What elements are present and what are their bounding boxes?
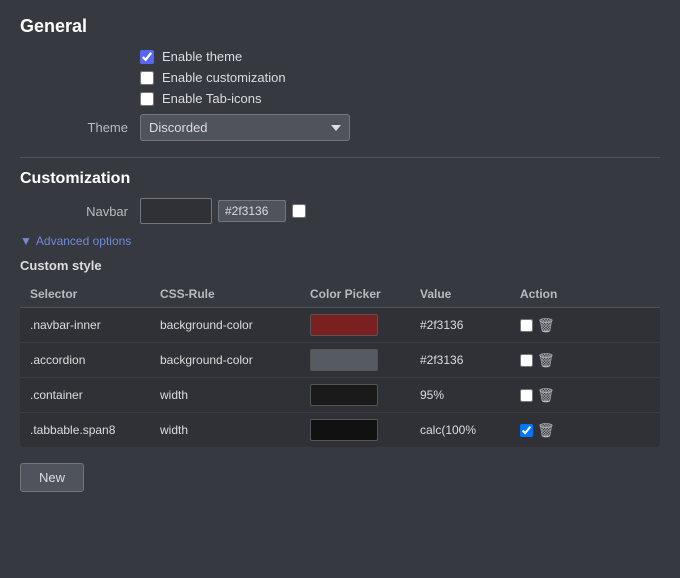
row3-color-picker[interactable] (310, 384, 420, 406)
col-color-picker: Color Picker (310, 287, 420, 301)
section-divider (20, 157, 660, 158)
col-selector: Selector (30, 287, 160, 301)
enable-customization-row: Enable customization (140, 70, 660, 85)
row3-selector: .container (30, 388, 160, 402)
row1-selector: .navbar-inner (30, 318, 160, 332)
enable-customization-checkbox[interactable] (140, 71, 154, 85)
row1-trash-icon[interactable]: 🗑 (537, 317, 555, 334)
row4-color-picker[interactable] (310, 419, 420, 441)
row2-action: 🗑 (520, 352, 600, 369)
row1-value: #2f3136 (420, 318, 520, 332)
chevron-down-icon: ▼ (20, 234, 32, 248)
advanced-options-toggle[interactable]: ▼ Advanced options (20, 234, 660, 248)
row2-color-swatch[interactable] (310, 349, 378, 371)
row3-color-swatch[interactable] (310, 384, 378, 406)
row1-color-swatch[interactable] (310, 314, 378, 336)
table-row: .navbar-inner background-color #2f3136 🗑 (20, 308, 660, 343)
table-header: Selector CSS-Rule Color Picker Value Act… (20, 281, 660, 308)
table-row: .container width 95% 🗑 (20, 378, 660, 413)
row4-selector: .tabbable.span8 (30, 423, 160, 437)
new-button[interactable]: New (20, 463, 84, 492)
enable-tab-icons-row: Enable Tab-icons (140, 91, 660, 106)
table-row: .accordion background-color #2f3136 🗑 (20, 343, 660, 378)
navbar-color-preview[interactable] (140, 198, 212, 224)
custom-style-table: Selector CSS-Rule Color Picker Value Act… (20, 281, 660, 447)
row2-trash-icon[interactable]: 🗑 (537, 352, 555, 369)
row4-value: calc(100% (420, 423, 520, 437)
row3-trash-icon[interactable]: 🗑 (537, 387, 555, 404)
customization-title: Customization (20, 170, 660, 188)
enable-tab-icons-label: Enable Tab-icons (162, 91, 262, 106)
enable-theme-row: Enable theme (140, 49, 660, 64)
enable-tab-icons-checkbox[interactable] (140, 92, 154, 106)
enable-theme-checkbox[interactable] (140, 50, 154, 64)
theme-select[interactable]: Discorded Dark Light (140, 114, 350, 141)
row2-value: #2f3136 (420, 353, 520, 367)
row4-rule: width (160, 423, 310, 437)
row4-action: 🗑 (520, 422, 600, 439)
enable-theme-label: Enable theme (162, 49, 242, 64)
row1-color-picker[interactable] (310, 314, 420, 336)
customization-section: Customization Navbar ▼ Advanced options … (20, 170, 660, 492)
row3-action-checkbox[interactable] (520, 389, 533, 402)
col-rule: CSS-Rule (160, 287, 310, 301)
navbar-row: Navbar (20, 198, 660, 224)
col-action: Action (520, 287, 600, 301)
row2-color-picker[interactable] (310, 349, 420, 371)
row2-action-checkbox[interactable] (520, 354, 533, 367)
enable-customization-label: Enable customization (162, 70, 286, 85)
theme-label: Theme (20, 120, 140, 135)
row3-value: 95% (420, 388, 520, 402)
row4-color-swatch[interactable] (310, 419, 378, 441)
navbar-checkbox[interactable] (292, 204, 306, 218)
custom-style-label: Custom style (20, 258, 660, 273)
theme-row: Theme Discorded Dark Light (20, 114, 660, 141)
row2-rule: background-color (160, 353, 310, 367)
advanced-options-label: Advanced options (36, 234, 131, 248)
table-row: .tabbable.span8 width calc(100% 🗑 (20, 413, 660, 447)
row3-rule: width (160, 388, 310, 402)
row2-selector: .accordion (30, 353, 160, 367)
col-value: Value (420, 287, 520, 301)
row1-action: 🗑 (520, 317, 600, 334)
row1-action-checkbox[interactable] (520, 319, 533, 332)
row4-action-checkbox[interactable] (520, 424, 533, 437)
row1-rule: background-color (160, 318, 310, 332)
navbar-label: Navbar (20, 204, 140, 219)
general-title: General (20, 16, 660, 37)
navbar-hex-input[interactable] (218, 200, 286, 222)
general-section: General Enable theme Enable customizatio… (20, 16, 660, 141)
row4-trash-icon[interactable]: 🗑 (537, 422, 555, 439)
row3-action: 🗑 (520, 387, 600, 404)
